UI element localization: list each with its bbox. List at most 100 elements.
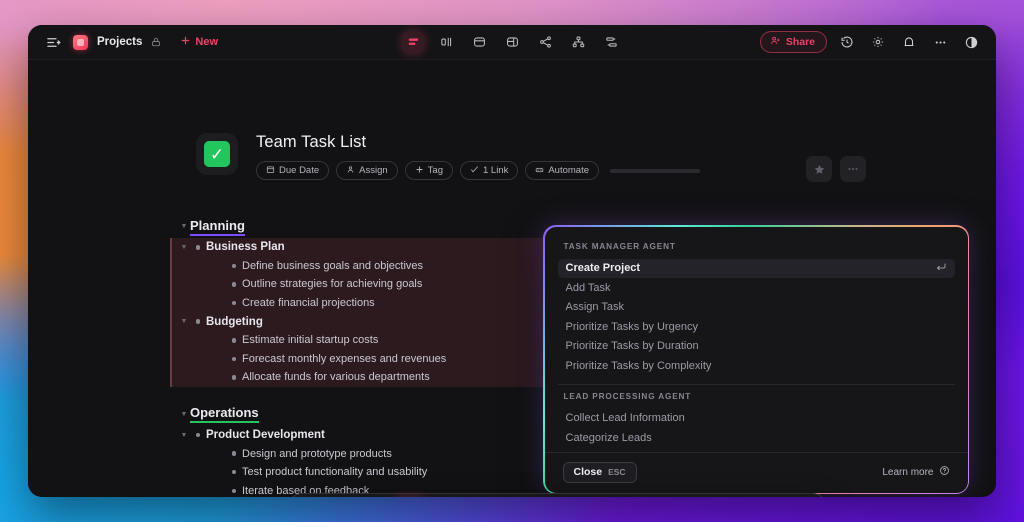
- chip-label: Due Date: [279, 165, 320, 176]
- question-circle-icon: [939, 465, 950, 479]
- outline-text: Estimate initial startup costs: [242, 334, 379, 347]
- outline-text: Planning: [190, 218, 245, 236]
- top-bar: Projects New Share: [28, 25, 996, 60]
- plus-icon: [180, 35, 191, 49]
- selection-toolbar: 8 items selected: [286, 493, 830, 497]
- close-shortcut-label: ESC: [608, 467, 626, 477]
- palette-item-label: Assign Task: [565, 301, 625, 314]
- outline-text: Test product functionality and usability: [242, 466, 428, 479]
- palette-item-label: Categorize Leads: [565, 431, 652, 444]
- outline-text: Create financial projections: [242, 297, 375, 310]
- document-emoji[interactable]: ✓: [196, 133, 238, 175]
- palette-item-categorize-leads[interactable]: Categorize Leads: [558, 428, 955, 448]
- palette-item-label: Prioritize Tasks by Duration: [565, 340, 699, 353]
- palette-item-label: Prioritize Tasks by Complexity: [565, 359, 712, 372]
- palette-item-prioritize-urgency[interactable]: Prioritize Tasks by Urgency: [558, 317, 955, 337]
- gear-icon[interactable]: [867, 31, 889, 53]
- view-switcher: [402, 31, 622, 53]
- app-window: Projects New Share ✓ Team Task List Due …: [28, 25, 996, 497]
- learn-more-label: Learn more: [882, 466, 934, 478]
- palette-group-title: LEAD PROCESSING AGENT: [563, 391, 692, 401]
- chip-automate[interactable]: Automate: [525, 161, 600, 180]
- top-bar-left: Projects New: [42, 31, 218, 53]
- bullet-icon: [226, 263, 242, 269]
- project-avatar: [73, 34, 88, 50]
- collapse-toggle-icon[interactable]: ▼: [178, 244, 190, 251]
- table-view-icon[interactable]: [502, 32, 523, 53]
- ai-command-list[interactable]: TASK MANAGER AGENT Create Project Add Ta…: [545, 237, 968, 452]
- share-button-label: Share: [785, 36, 815, 48]
- collapse-toggle-icon[interactable]: ▼: [178, 432, 190, 439]
- calendar-view-icon[interactable]: [469, 32, 490, 53]
- close-button[interactable]: Close ESC: [562, 461, 637, 483]
- palette-group-title: TASK MANAGER AGENT: [563, 241, 676, 251]
- bullet-icon: [190, 319, 206, 324]
- automate-icon: [535, 165, 544, 177]
- bullet-icon: [226, 469, 242, 475]
- outline-text: Define business goals and objectives: [242, 259, 424, 272]
- list-view-icon[interactable]: [402, 31, 424, 53]
- chip-link[interactable]: 1 Link: [459, 161, 519, 180]
- checkmark-emoji-icon: ✓: [204, 141, 230, 167]
- document-body: ✓ Team Task List Due Date Assign Tag 1 L…: [28, 60, 996, 497]
- page-title[interactable]: Team Task List: [256, 133, 700, 152]
- palette-footer: Close ESC Learn more: [544, 451, 968, 493]
- bullet-icon: [226, 451, 242, 456]
- document-property-chips: Due Date Assign Tag 1 Link Automate: [256, 161, 701, 180]
- palette-item-add-task[interactable]: Add Task: [558, 278, 955, 298]
- board-view-icon[interactable]: [436, 32, 457, 53]
- palette-item-label: Collect Lead Information: [565, 412, 685, 425]
- link-check-icon: [470, 165, 479, 177]
- document-actions: [806, 156, 866, 182]
- bullet-icon: [226, 356, 242, 362]
- chip-label: Assign: [359, 165, 388, 176]
- collapse-toggle-icon[interactable]: ▼: [178, 411, 190, 418]
- close-button-label: Close: [573, 466, 603, 478]
- bell-icon[interactable]: [898, 31, 920, 53]
- chip-due-date[interactable]: Due Date: [256, 161, 330, 180]
- palette-item-collect-lead-information[interactable]: Collect Lead Information: [558, 409, 955, 429]
- sidebar-toggle-icon[interactable]: [42, 31, 64, 53]
- person-icon: [346, 165, 355, 177]
- chip-label: 1 Link: [482, 165, 509, 176]
- palette-item-prioritize-duration[interactable]: Prioritize Tasks by Duration: [558, 337, 955, 357]
- palette-item-prioritize-complexity[interactable]: Prioritize Tasks by Complexity: [558, 356, 955, 376]
- share-nodes-icon[interactable]: [535, 32, 556, 53]
- collapse-toggle-icon[interactable]: ▼: [178, 223, 190, 230]
- ai-command-palette: TASK MANAGER AGENT Create Project Add Ta…: [543, 225, 969, 494]
- palette-item-assign-task[interactable]: Assign Task: [558, 298, 955, 318]
- outline-text: Product Development: [206, 429, 325, 442]
- collapse-toggle-icon[interactable]: ▼: [178, 318, 190, 325]
- bullet-icon: [226, 375, 242, 380]
- project-name[interactable]: Projects: [97, 36, 142, 48]
- outline-text: Outline strategies for achieving goals: [242, 278, 423, 291]
- bullet-icon: [190, 245, 206, 250]
- plus-icon: [415, 165, 424, 177]
- new-button[interactable]: New: [180, 35, 218, 49]
- outline-text: Operations: [190, 405, 259, 424]
- chip-tag[interactable]: Tag: [404, 161, 453, 180]
- bullet-icon: [226, 338, 242, 343]
- document-header: ✓ Team Task List Due Date Assign Tag 1 L…: [196, 133, 701, 180]
- bullet-icon: [226, 282, 242, 287]
- history-icon[interactable]: [836, 31, 858, 53]
- palette-item-label: Create Project: [565, 262, 641, 275]
- enter-return-icon: [935, 261, 947, 276]
- learn-more-link[interactable]: Learn more: [882, 465, 949, 479]
- outline-text: Allocate funds for various departments: [242, 371, 430, 384]
- bullet-icon: [226, 300, 242, 306]
- ellipsis-icon[interactable]: [840, 156, 866, 182]
- chip-label: Automate: [548, 165, 590, 176]
- palette-item-create-project[interactable]: Create Project: [557, 258, 955, 278]
- share-button[interactable]: Share: [759, 31, 827, 53]
- contrast-icon[interactable]: [960, 31, 982, 53]
- bullet-icon: [226, 488, 242, 494]
- timeline-icon[interactable]: [601, 32, 622, 53]
- org-chart-icon[interactable]: [568, 32, 589, 53]
- star-icon[interactable]: [806, 156, 832, 182]
- chip-assign[interactable]: Assign: [336, 161, 398, 180]
- ellipsis-icon[interactable]: [929, 31, 951, 53]
- chip-label: Tag: [427, 165, 443, 176]
- outline-text: Budgeting: [206, 315, 263, 328]
- outline-text: Design and prototype products: [242, 447, 392, 460]
